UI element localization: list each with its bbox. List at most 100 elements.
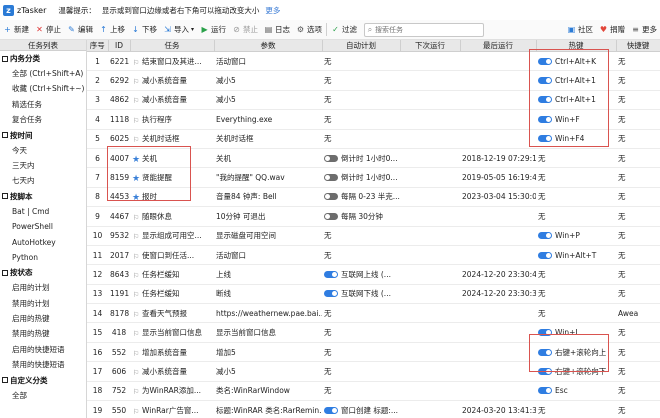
community-button[interactable]: ▣ 社区 — [564, 22, 596, 38]
column-header[interactable]: 参数 — [214, 40, 323, 52]
table-row[interactable]: 2 6292 ⚐ 减小系统音量 减小5 无 Ctrl+Alt+1 无 — [87, 70, 660, 91]
import-icon: ⇲ — [164, 25, 171, 34]
column-header[interactable]: ID — [108, 40, 131, 52]
row-hotkey: 无 — [536, 187, 616, 208]
plan-toggle[interactable] — [324, 154, 338, 162]
sidebar-group[interactable]: 按状态 — [0, 265, 86, 280]
table-row[interactable]: 17 606 ⚐ 减小系统音量 减小5 无右键+滚轮向下无 — [87, 361, 660, 382]
table-row[interactable]: 19 550 ⚐ WinRar广告窗... 标题:WinRAR 类名:RarRemin.… — [87, 400, 660, 418]
hotkey-toggle[interactable] — [538, 387, 552, 395]
plan-text: 无 — [324, 366, 332, 376]
sidebar-item[interactable]: 精选任务 — [0, 97, 86, 112]
column-header[interactable]: 序号 — [87, 40, 109, 52]
sidebar-item[interactable]: 禁用的计划 — [0, 296, 86, 311]
sidebar-item[interactable]: PowerShell — [0, 219, 86, 234]
sidebar-item[interactable]: Bat | Cmd — [0, 204, 86, 219]
plan-toggle[interactable] — [324, 174, 338, 182]
flag-icon: ⚐ — [132, 78, 140, 87]
plan-toggle[interactable] — [324, 406, 338, 414]
sidebar-item[interactable]: 启用的计划 — [0, 280, 86, 295]
sidebar-item[interactable]: 复合任务 — [0, 112, 86, 127]
hotkey-text: Win+F4 — [555, 134, 585, 144]
row-hotkey: Win+I — [536, 322, 616, 343]
stop-button[interactable]: ✕ 停止 — [32, 22, 64, 38]
table-row[interactable]: 16 552 ⚐ 增加系统音量 增加5 无右键+滚轮向上无 — [87, 342, 660, 363]
sidebar-item[interactable]: 启用的快捷短语 — [0, 342, 86, 357]
edit-button[interactable]: ✎ 编辑 — [64, 22, 96, 38]
hotkey-toggle[interactable] — [538, 115, 552, 123]
plan-toggle[interactable] — [324, 212, 338, 220]
table-row[interactable]: 3 4862 ⚐ 减小系统音量 减小5 无 Ctrl+Alt+1 无 — [87, 90, 660, 111]
sidebar-item[interactable]: 禁用的快捷短语 — [0, 357, 86, 372]
row-id: 8178 — [108, 303, 130, 324]
hotkey-toggle[interactable] — [538, 367, 552, 375]
hotkey-toggle[interactable] — [538, 135, 552, 143]
column-header[interactable]: 任务 — [130, 40, 215, 52]
table-row[interactable]: 8 4453 ★ 报时 音量84 钟声: Bell 每隔 0-23 半克... 2023-0… — [87, 187, 660, 208]
table-row[interactable]: 9 4467 ⚐ 随眼休息 10分钟 可退出 每隔 30分钟无无 — [87, 206, 660, 227]
sidebar-group[interactable]: 按脚本 — [0, 189, 86, 204]
move-down-button[interactable]: ↓ 下移 — [128, 22, 160, 38]
column-header[interactable]: 下次运行 — [400, 40, 461, 52]
hotkey-toggle[interactable] — [538, 251, 552, 259]
row-last-run — [460, 129, 536, 149]
row-task: ★ 贤能提醒 — [130, 167, 214, 188]
import-button[interactable]: ⇲ 导入 ▾ — [160, 22, 197, 38]
sidebar-group[interactable]: 自定义分类 — [0, 373, 86, 388]
sidebar-item[interactable]: 收藏 (Ctrl+Shift+~) — [0, 81, 86, 96]
table-row[interactable]: 5 6025 ⚐ 关机时话框 关机时话框无 Win+F4 无 — [87, 129, 660, 149]
log-button[interactable]: ▤ 日志 — [261, 22, 293, 38]
hotkey-toggle[interactable] — [538, 232, 552, 240]
sidebar-item[interactable]: 今天 — [0, 143, 86, 158]
column-header[interactable]: 最后运行 — [460, 40, 537, 52]
sidebar-item[interactable]: AutoHotkey — [0, 235, 86, 250]
more-button[interactable]: ≡ 更多 — [628, 22, 660, 38]
table-row[interactable]: 18 752 ⚐ 为WinRAR添加... 类名:WinRarWindow 无 Esc 无 — [87, 381, 660, 402]
hotkey-toggle[interactable] — [538, 329, 552, 337]
plan-toggle[interactable] — [324, 290, 338, 298]
sidebar-item[interactable]: 七天内 — [0, 173, 86, 188]
sidebar-item[interactable]: 禁用的热键 — [0, 326, 86, 341]
hotkey-text: Ctrl+Alt+1 — [555, 95, 596, 105]
sidebar-item[interactable]: 全部 — [0, 388, 86, 403]
table-row[interactable]: 7 8159 ★ 贤能提醒 "我的提醒" QQ.wav 倒计时 1小时0... 2019-0… — [87, 167, 660, 188]
tip-more-link[interactable]: 更多 — [265, 5, 280, 16]
new-button[interactable]: + 新建 — [0, 22, 32, 38]
run-button[interactable]: ▶ 运行 — [197, 22, 229, 38]
table-row[interactable]: 10 9532 ⚐ 显示组成可用空... 显示磁盘可用空间无 Win+P 无 — [87, 226, 660, 246]
table-row[interactable]: 13 1191 ⚐ 任务栏缓知 断线 互联网下线 (... 2024-12-20 23:30… — [87, 284, 660, 305]
hotkey-toggle[interactable] — [538, 348, 552, 356]
row-next-run — [400, 109, 460, 130]
plan-toggle[interactable] — [324, 193, 338, 201]
options-button[interactable]: ⚙ 选项 — [293, 22, 325, 38]
hotkey-toggle[interactable] — [538, 77, 552, 85]
flag-icon: ⚐ — [132, 368, 140, 377]
filter-button[interactable]: ✓ 过滤 — [328, 22, 360, 38]
column-header[interactable]: 热键 — [536, 40, 617, 52]
sidebar-group[interactable]: 按时间 — [0, 128, 86, 143]
sidebar-item[interactable]: 启用的热键 — [0, 311, 86, 326]
column-header[interactable]: 自动计划 — [322, 40, 401, 52]
sidebar-item[interactable]: 全部 (Ctrl+Shift+A) — [0, 66, 86, 81]
table-row[interactable]: 6 4007 ★ 关机 关机 倒计时 1小时0... 2018-12-19 07:29:18… — [87, 148, 660, 169]
table-row[interactable]: 4 1118 ⚐ 执行程序 Everything.exe 无 Win+F 无 — [87, 109, 660, 130]
search-input[interactable] — [375, 25, 484, 34]
sidebar-item[interactable]: Python — [0, 250, 86, 265]
hotkey-toggle[interactable] — [538, 96, 552, 104]
row-last-run — [460, 109, 536, 130]
plan-toggle[interactable] — [324, 270, 338, 278]
move-up-button[interactable]: ↑ 上移 — [96, 22, 128, 38]
donate-button[interactable]: ♥ 捐赠 — [596, 22, 628, 38]
row-last-run: 2024-12-20 23:30:44 — [460, 264, 536, 285]
column-header[interactable]: 快捷键 — [616, 40, 660, 52]
row-param: 活动窗口 — [214, 51, 322, 72]
sidebar-group[interactable]: 内务分类 — [0, 51, 86, 66]
hotkey-toggle[interactable] — [538, 57, 552, 65]
table-row[interactable]: 14 8178 ⚐ 查看天气预报 https://weathernew.pae.bai.… — [87, 303, 660, 324]
sidebar-item[interactable]: 三天内 — [0, 158, 86, 173]
table-row[interactable]: 11 2017 ⚐ 使窗口到任活... 活动窗口无 Win+Alt+T 无 — [87, 245, 660, 266]
table-row[interactable]: 12 8643 ⚐ 任务栏缓知 上线 互联网上线 (... 2024-12-20 23:30… — [87, 264, 660, 285]
table-row[interactable]: 1 6221 ⚐ 结束窗口及其进... 活动窗口无 Ctrl+Alt+K 无 — [87, 51, 660, 72]
forbid-button[interactable]: ⊘ 禁止 — [229, 22, 261, 38]
table-row[interactable]: 15 418 ⚐ 显示当前窗口信息 显示当前窗口信息无 Win+I 无 — [87, 322, 660, 343]
